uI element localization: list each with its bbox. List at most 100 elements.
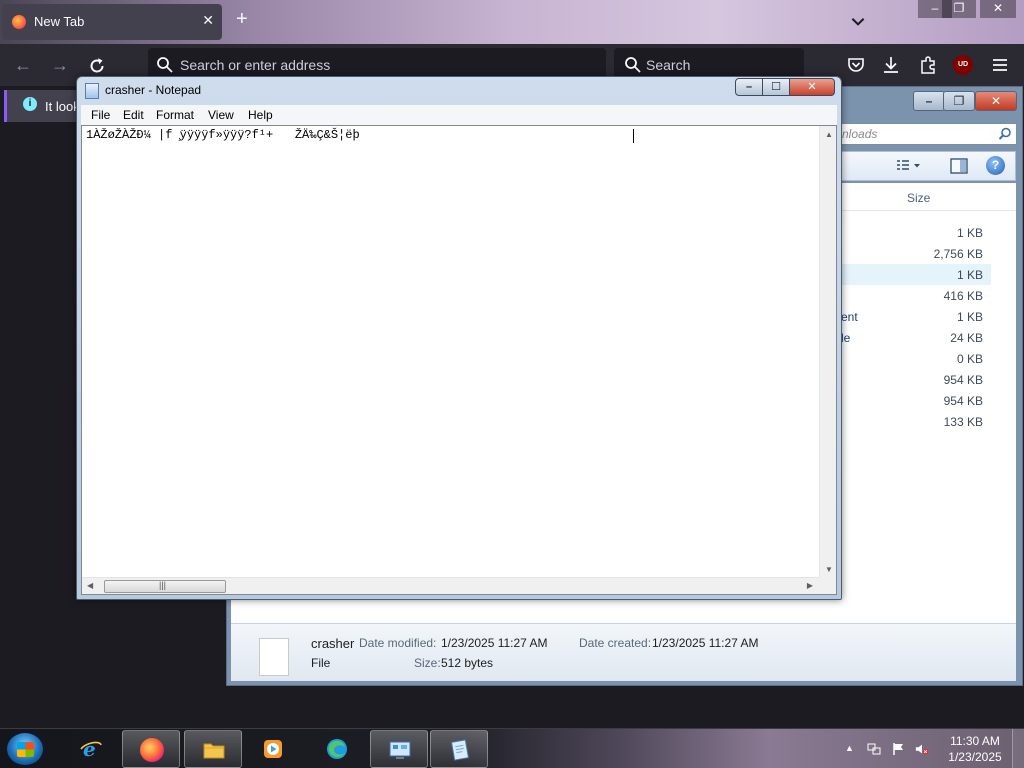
file-row-size: 2,756 KB — [933, 247, 983, 261]
clock[interactable]: 11:30 AM 1/23/2025 — [940, 733, 1010, 765]
media-player-icon — [264, 740, 282, 758]
preview-pane-icon[interactable] — [950, 158, 968, 174]
ublock-icon[interactable]: UD — [953, 55, 973, 75]
notepad-content[interactable]: 1ÀŽøŽÀŽÐ¼ |f ̧ÿÿÿÿf»ÿÿÿ?f¹+ ŽÄ‰Ç&Š¦ëþ — [86, 128, 360, 142]
file-row-size: 133 KB — [943, 415, 983, 429]
resize-grip[interactable] — [819, 577, 836, 594]
show-hidden-icons-icon[interactable]: ▲ — [845, 743, 859, 757]
taskbar-file-explorer[interactable] — [184, 730, 242, 768]
download-icon[interactable] — [880, 54, 902, 76]
horizontal-scroll-thumb[interactable]: ||| — [104, 580, 226, 593]
menu-edit[interactable]: Edit — [123, 108, 144, 122]
details-size-label: Size: — [414, 656, 441, 670]
menu-help[interactable]: Help — [248, 108, 273, 122]
firefox-icon — [140, 738, 164, 762]
details-date-created-label: Date created: — [579, 636, 652, 650]
notification-text: It look — [45, 99, 80, 114]
folder-icon — [203, 743, 225, 759]
svg-text:e: e — [83, 737, 96, 761]
taskbar-firefox[interactable] — [122, 730, 180, 768]
file-row-size: 1 KB — [956, 226, 983, 240]
taskbar-internet-explorer[interactable]: e — [62, 730, 120, 768]
scroll-right-arrow-icon[interactable]: ▶ — [807, 581, 813, 590]
notepad-icon — [85, 83, 99, 99]
taskbar-edge[interactable] — [308, 730, 366, 768]
restore-button[interactable]: ❐ — [942, 0, 976, 18]
firefox-tabstrip: New Tab ✕ + – ❐ ✕ — [0, 0, 1024, 44]
edge-icon — [327, 739, 347, 759]
details-size: 512 bytes — [441, 656, 494, 670]
notepad-menubar: File Edit Format View Help — [81, 105, 837, 125]
volume-muted-icon[interactable] — [915, 742, 929, 756]
menu-format[interactable]: Format — [156, 108, 194, 122]
clock-time: 11:30 AM — [950, 734, 1000, 748]
search-icon — [998, 127, 1011, 140]
horizontal-scrollbar[interactable]: ◀ ||| ▶ — [82, 577, 819, 594]
taskbar-media-player[interactable] — [244, 730, 302, 768]
notepad-window: crasher - Notepad – ☐ ✕ File Edit Format… — [76, 76, 842, 600]
menu-file[interactable]: File — [91, 108, 110, 122]
column-header-size[interactable]: Size — [907, 191, 930, 205]
notepad-title: crasher - Notepad — [105, 83, 202, 97]
explorer-close-button[interactable]: ✕ — [975, 91, 1017, 111]
arrow-left-icon[interactable]: ← — [12, 55, 34, 77]
explorer-minimize-button[interactable]: – — [913, 91, 945, 111]
menu-view[interactable]: View — [208, 108, 234, 122]
scroll-thumb-grip: ||| — [159, 580, 167, 590]
help-icon[interactable]: ? — [986, 156, 1005, 175]
reload-icon[interactable] — [86, 55, 108, 77]
notepad-minimize-button[interactable]: – — [735, 78, 763, 96]
file-row-size: 954 KB — [943, 394, 983, 408]
network-icon[interactable] — [867, 742, 881, 756]
file-row-size: 416 KB — [943, 289, 983, 303]
chevron-down-icon[interactable] — [849, 12, 867, 30]
search-icon — [625, 57, 641, 73]
tab-new-tab[interactable]: New Tab ✕ — [2, 4, 222, 40]
explorer-maximize-button[interactable]: ❐ — [943, 91, 975, 111]
arrow-right-icon[interactable]: → — [49, 55, 71, 77]
file-row-size: 954 KB — [943, 373, 983, 387]
scroll-up-arrow-icon[interactable]: ▲ — [825, 130, 833, 139]
notepad-maximize-button[interactable]: ☐ — [762, 78, 790, 96]
details-date-modified-label: Date modified: — [359, 636, 437, 650]
file-row-size: 0 KB — [956, 352, 983, 366]
start-button[interactable] — [6, 732, 44, 766]
clock-date: 1/23/2025 — [948, 750, 1002, 764]
file-icon — [259, 638, 289, 676]
details-file-type: File — [311, 656, 331, 670]
search-input[interactable] — [646, 54, 796, 76]
taskbar: e ▲ 11:30 AM 1/23/2025 — [0, 728, 1024, 768]
action-center-flag-icon[interactable] — [891, 742, 905, 756]
extensions-icon[interactable] — [917, 54, 939, 76]
url-input[interactable] — [180, 54, 580, 76]
internet-explorer-icon: e — [80, 737, 102, 761]
plus-icon[interactable]: + — [236, 9, 248, 29]
firefox-icon — [12, 15, 26, 29]
view-options-icon[interactable] — [896, 159, 922, 173]
details-pane: crasher File Date modified: 1/23/2025 11… — [231, 623, 1016, 681]
notification-bar: i It look — [4, 90, 84, 122]
close-button[interactable]: ✕ — [980, 0, 1016, 18]
notepad-text-area[interactable]: 1ÀŽøŽÀŽÐ¼ |f ̧ÿÿÿÿf»ÿÿÿ?f¹+ ŽÄ‰Ç&Š¦ëþ ▲ … — [81, 125, 837, 595]
file-row-size: 1 KB — [956, 268, 983, 282]
info-icon: i — [23, 97, 37, 111]
notepad-close-button[interactable]: ✕ — [789, 78, 835, 96]
hamburger-menu-icon[interactable] — [989, 54, 1011, 76]
control-panel-icon — [389, 741, 411, 759]
scroll-down-arrow-icon[interactable]: ▼ — [825, 565, 833, 574]
text-caret — [633, 129, 634, 143]
notepad-icon — [450, 739, 470, 761]
vertical-scrollbar[interactable]: ▲ ▼ — [819, 126, 836, 578]
taskbar-control-panel[interactable] — [370, 730, 428, 768]
taskbar-notepad[interactable] — [430, 730, 488, 768]
close-icon[interactable]: ✕ — [202, 12, 214, 29]
details-date-created: 1/23/2025 11:27 AM — [652, 636, 759, 650]
windows-logo-icon — [17, 742, 34, 757]
details-date-modified: 1/23/2025 11:27 AM — [441, 636, 548, 650]
explorer-search-placeholder: nloads — [842, 127, 878, 141]
show-desktop-button[interactable] — [1012, 729, 1024, 768]
explorer-search-box[interactable]: nloads — [837, 123, 1017, 145]
scroll-left-arrow-icon[interactable]: ◀ — [87, 581, 93, 590]
file-row-size: 24 KB — [950, 331, 983, 345]
pocket-icon[interactable] — [845, 54, 867, 76]
